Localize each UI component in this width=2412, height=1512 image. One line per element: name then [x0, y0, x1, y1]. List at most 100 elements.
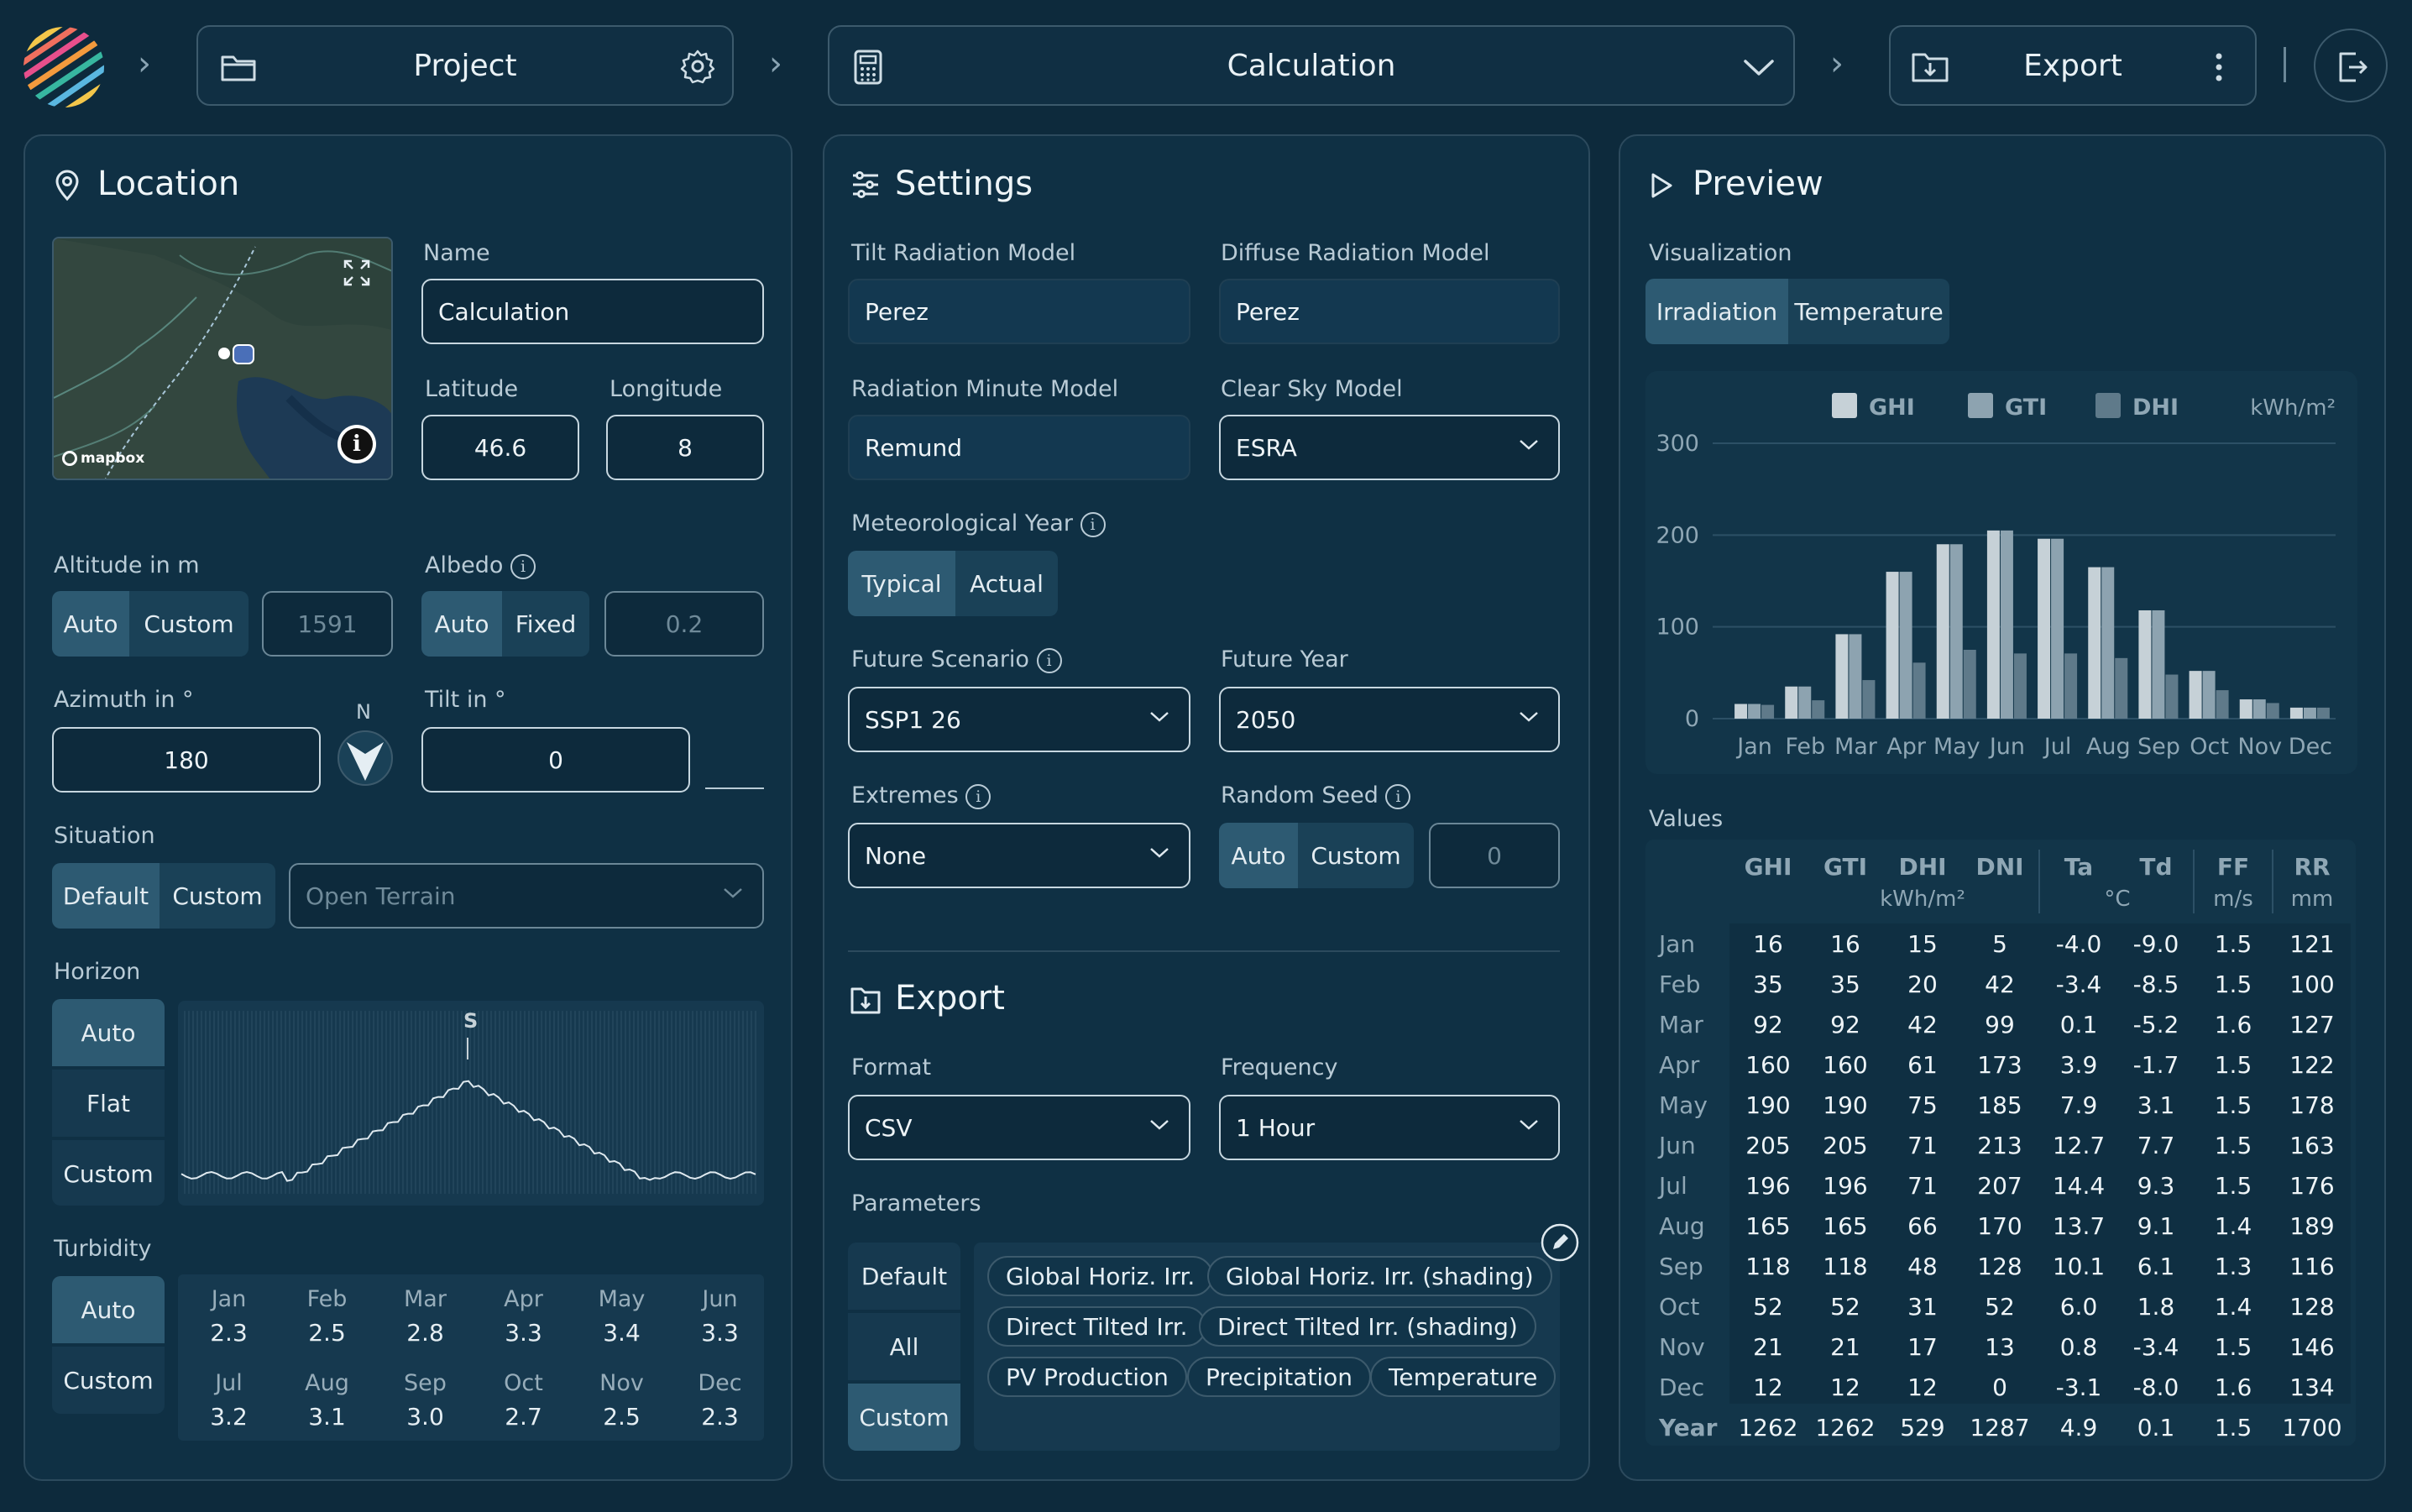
parameter-chip[interactable]: Global Horiz. Irr. (shading) — [1207, 1256, 1552, 1296]
table-cell: 205 — [1745, 1132, 1791, 1159]
turbidity-month: Oct — [504, 1370, 543, 1396]
table-cell: 3.9 — [2059, 1051, 2098, 1079]
met-year-typical-button[interactable]: Typical — [848, 551, 955, 616]
app-logo[interactable] — [22, 25, 106, 109]
logout-button[interactable] — [2314, 29, 2388, 102]
tilt-input[interactable]: 0 — [421, 727, 690, 793]
table-year-cell: 0.1 — [2137, 1414, 2175, 1441]
edit-icon[interactable] — [1540, 1222, 1580, 1263]
format-select[interactable]: CSV — [848, 1095, 1190, 1160]
latitude-input[interactable]: 46.6 — [421, 415, 579, 480]
albedo-label: Albedo i — [425, 552, 536, 579]
situation-default-button[interactable]: Default — [52, 863, 160, 929]
horizon-flat-button[interactable]: Flat — [52, 1070, 165, 1137]
turbidity-auto-button[interactable]: Auto — [52, 1276, 165, 1343]
parameter-chip[interactable]: Global Horiz. Irr. — [987, 1256, 1214, 1296]
parameters-all-button[interactable]: All — [848, 1313, 960, 1380]
table-column-separator — [2272, 850, 2273, 913]
azimuth-input[interactable]: 180 — [52, 727, 321, 793]
chart-bar-ghi — [2289, 707, 2303, 719]
table-cell: -3.4 — [2055, 971, 2102, 998]
table-header-dhi: DHI — [1898, 853, 1947, 881]
chart-ytick-label: 100 — [1656, 615, 1699, 641]
albedo-fixed-button[interactable]: Fixed — [502, 591, 589, 657]
horizon-custom-button[interactable]: Custom — [52, 1140, 165, 1206]
met-year-actual-button[interactable]: Actual — [955, 551, 1058, 616]
parameters-custom-button[interactable]: Custom — [848, 1384, 960, 1451]
seed-custom-button[interactable]: Custom — [1298, 823, 1414, 888]
random-seed-input[interactable]: 0 — [1429, 823, 1560, 888]
parameter-chip[interactable]: Direct Tilted Irr. (shading) — [1199, 1306, 1536, 1347]
albedo-auto-button[interactable]: Auto — [421, 591, 502, 657]
gear-icon[interactable] — [680, 49, 715, 84]
table-cell: 9.1 — [2137, 1212, 2175, 1240]
export-title: Export — [895, 979, 1005, 1018]
table-cell: 66 — [1907, 1212, 1938, 1240]
horizon-auto-button[interactable]: Auto — [52, 999, 165, 1066]
location-map[interactable]: i mapbox — [52, 237, 393, 480]
chart-bar-ghi — [2138, 610, 2152, 719]
minute-model-label: Radiation Minute Model — [851, 376, 1119, 402]
project-selector[interactable]: Project — [196, 25, 734, 106]
irradiation-chart: 0 100 200 300 Jan Feb Mar Apr May Jun Jul Aug Sep Oct… — [1645, 371, 2357, 774]
clearsky-model-select[interactable]: ESRA — [1219, 415, 1560, 480]
name-input[interactable]: Calculation — [421, 279, 764, 344]
table-cell: 5 — [1992, 930, 2007, 958]
play-icon — [1651, 173, 1672, 198]
viz-temperature-button[interactable]: Temperature — [1788, 279, 1949, 344]
horizon-label: Horizon — [54, 959, 141, 985]
calculation-selector[interactable]: Calculation — [828, 25, 1795, 106]
parameter-chip[interactable]: PV Production — [987, 1357, 1187, 1397]
turbidity-month: Aug — [305, 1370, 349, 1396]
turbidity-custom-button[interactable]: Custom — [52, 1347, 165, 1414]
legend-label-ghi: GHI — [1869, 395, 1915, 421]
info-icon: i — [341, 428, 373, 460]
table-cell: 196 — [1745, 1172, 1791, 1200]
parameters-toggle: Default All Custom — [848, 1243, 960, 1451]
parameters-default-button[interactable]: Default — [848, 1243, 960, 1310]
albedo-input[interactable]: 0.2 — [604, 591, 764, 657]
turbidity-cell: Jan 2.3 — [180, 1286, 278, 1347]
altitude-input[interactable]: 1591 — [262, 591, 393, 657]
extremes-label: Extremes i — [851, 782, 991, 809]
situation-custom-button[interactable]: Custom — [160, 863, 275, 929]
parameter-chip[interactable]: Precipitation — [1187, 1357, 1372, 1397]
compass-icon[interactable] — [336, 729, 395, 787]
situation-select[interactable]: Open Terrain — [289, 863, 764, 929]
tilt-indicator — [705, 787, 764, 789]
turbidity-cell: Jun 3.3 — [671, 1286, 769, 1347]
chevron-down-icon[interactable] — [1743, 59, 1775, 77]
table-cell: 1.5 — [2214, 1091, 2252, 1119]
future-year-select[interactable]: 2050 — [1219, 687, 1560, 752]
table-cell: 75 — [1907, 1091, 1938, 1119]
map-info-button[interactable]: i — [337, 425, 376, 463]
extremes-select[interactable]: None — [848, 823, 1190, 888]
export-button[interactable]: Export — [1889, 25, 2257, 106]
future-scenario-select[interactable]: SSP1 26 — [848, 687, 1190, 752]
info-icon[interactable]: i — [1385, 783, 1411, 809]
horizon-profile[interactable]: S — [178, 1001, 764, 1206]
info-icon[interactable]: i — [1036, 647, 1062, 673]
info-icon[interactable]: i — [510, 553, 536, 579]
info-icon[interactable]: i — [1080, 511, 1106, 537]
parameter-chip[interactable]: Temperature — [1370, 1357, 1557, 1397]
table-cell: 160 — [1823, 1051, 1868, 1079]
turbidity-cell: Sep 3.0 — [376, 1370, 474, 1431]
info-icon[interactable]: i — [965, 783, 991, 809]
legend-swatch-ghi — [1832, 393, 1857, 418]
more-vertical-icon[interactable] — [2215, 52, 2223, 82]
table-cell: 12 — [1830, 1373, 1860, 1401]
chevron-down-icon — [1150, 712, 1169, 722]
table-cell: 213 — [1977, 1132, 2022, 1159]
parameter-chip[interactable]: Direct Tilted Irr. — [987, 1306, 1206, 1347]
seed-auto-button[interactable]: Auto — [1219, 823, 1298, 888]
viz-irradiation-button[interactable]: Irradiation — [1645, 279, 1788, 344]
longitude-input[interactable]: 8 — [606, 415, 764, 480]
table-cell: 0.1 — [2059, 1011, 2098, 1039]
fullscreen-icon[interactable] — [343, 259, 371, 287]
altitude-auto-button[interactable]: Auto — [52, 591, 129, 657]
frequency-select[interactable]: 1 Hour — [1219, 1095, 1560, 1160]
altitude-custom-button[interactable]: Custom — [129, 591, 249, 657]
table-cell: -4.0 — [2055, 930, 2102, 958]
table-cell: 207 — [1977, 1172, 2022, 1200]
